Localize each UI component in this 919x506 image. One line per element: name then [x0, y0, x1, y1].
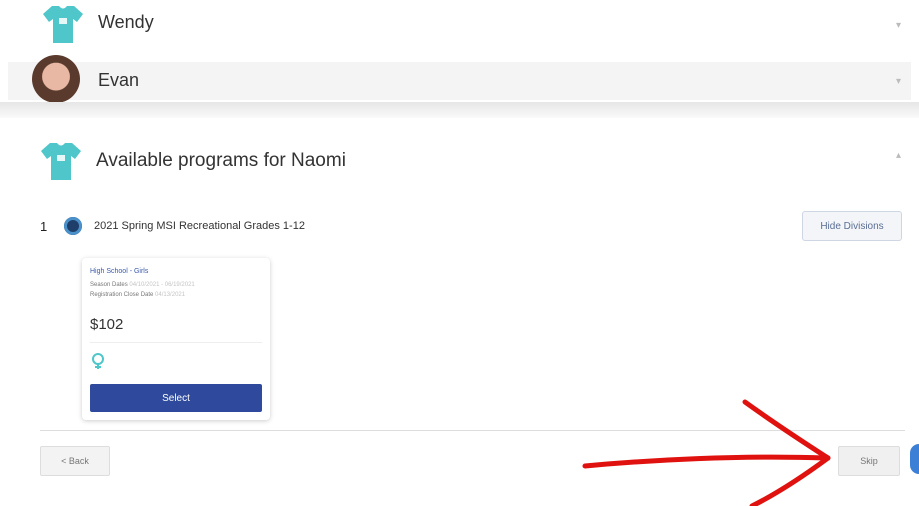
program-row: 1 2021 Spring MSI Recreational Grades 1-…	[40, 214, 305, 238]
season-dates-value: 04/10/2021 - 06/19/2021	[129, 282, 195, 288]
chevron-up-icon[interactable]: ▴	[896, 150, 901, 161]
child-row-wendy[interactable]: Wendy ▾	[8, 0, 911, 50]
child-name: Evan	[98, 70, 140, 90]
division-price: $102	[90, 316, 124, 333]
footer-divider	[40, 430, 905, 431]
back-button[interactable]: < Back	[40, 446, 110, 476]
division-card: High School - Girls Season Dates 04/10/2…	[82, 258, 270, 420]
program-logo-icon	[64, 217, 82, 235]
section-title: Available programs for Naomi	[96, 150, 346, 171]
gender-female-icon	[92, 353, 104, 369]
select-button[interactable]: Select	[90, 384, 262, 412]
division-name[interactable]: High School - Girls	[90, 268, 148, 275]
program-number: 1	[40, 218, 48, 234]
tshirt-icon	[43, 6, 83, 43]
chevron-down-icon[interactable]: ▾	[896, 76, 901, 87]
skip-button[interactable]: Skip	[838, 446, 900, 476]
registration-close-label: Registration Close Date	[90, 292, 154, 298]
tshirt-icon	[41, 143, 81, 180]
section-divider	[0, 102, 919, 118]
child-name: Wendy	[98, 12, 154, 32]
chevron-down-icon[interactable]: ▾	[896, 20, 901, 31]
help-widget-edge[interactable]	[910, 444, 919, 474]
hide-divisions-button[interactable]: Hide Divisions	[802, 211, 902, 241]
season-dates-label: Season Dates	[90, 282, 128, 288]
child-row-evan[interactable]: Evan ▾	[8, 62, 911, 100]
avatar	[32, 55, 80, 103]
season-dates: Season Dates 04/10/2021 - 06/19/2021	[90, 282, 195, 288]
program-name: 2021 Spring MSI Recreational Grades 1-12	[94, 220, 305, 232]
card-divider	[90, 342, 262, 343]
registration-close-value: 04/13/2021	[155, 292, 186, 298]
registration-close: Registration Close Date 04/13/2021	[90, 292, 185, 298]
